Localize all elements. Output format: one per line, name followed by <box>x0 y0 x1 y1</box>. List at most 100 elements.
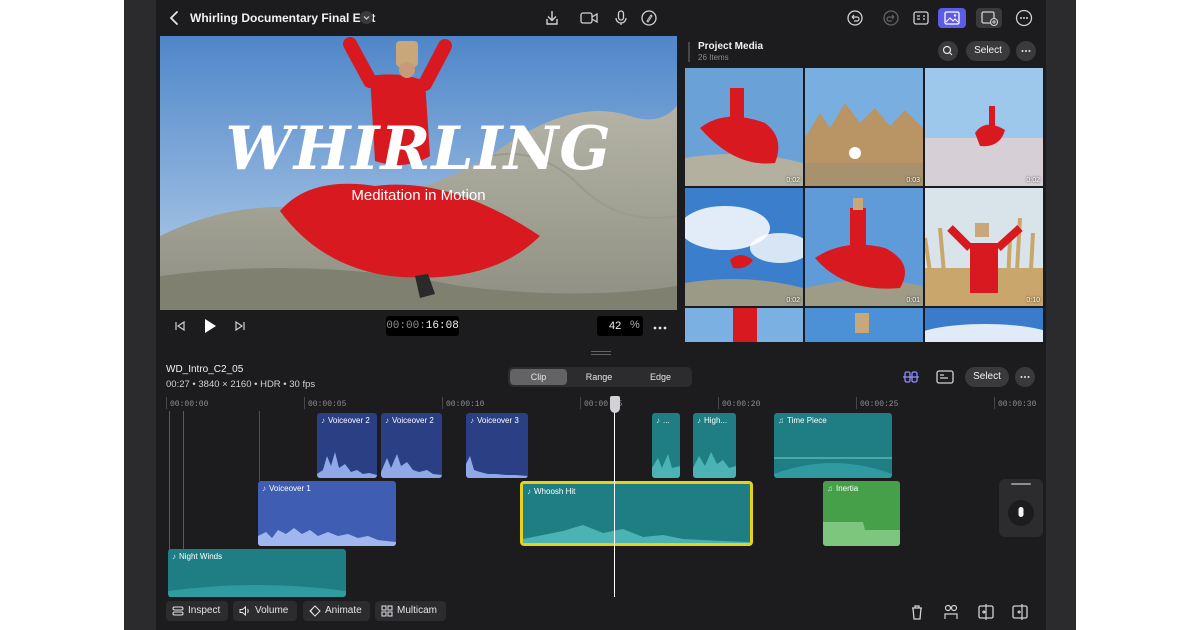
search-icon[interactable] <box>938 41 958 61</box>
viewer-more-icon[interactable] <box>652 320 668 338</box>
media-thumbnail[interactable]: 0:01 <box>805 188 923 306</box>
video-title-overlay: WHIRLING <box>225 114 612 184</box>
video-viewer[interactable]: WHIRLING Meditation in Motion <box>160 36 677 310</box>
clip-high[interactable]: ♪ High... <box>693 413 736 478</box>
animate-label: Animate <box>325 605 362 616</box>
diamond-keyframe-icon <box>309 605 321 617</box>
timecode-display[interactable]: 00:00:16:08 <box>386 316 459 336</box>
ruler-label: 00:00:20 <box>722 400 761 409</box>
trim-end-icon[interactable] <box>1010 602 1030 622</box>
multicam-button[interactable]: Multicam <box>375 601 446 621</box>
mode-clip[interactable]: Clip <box>510 369 567 385</box>
volume-button[interactable]: Volume <box>233 601 297 621</box>
detach-audio-icon[interactable] <box>941 602 961 622</box>
more-options-icon[interactable] <box>1014 8 1034 28</box>
media-grid: 0:02 0:03 0:02 0:02 0:01 0:10 <box>685 68 1046 342</box>
waveform-icon: ♪ <box>262 484 266 493</box>
project-title[interactable]: Whirling Documentary Final Edit <box>190 11 375 25</box>
mode-range[interactable]: Range <box>569 369 629 385</box>
pencil-markup-icon[interactable] <box>639 8 659 28</box>
media-thumbnail[interactable] <box>685 308 803 342</box>
clip-voiceover-2b[interactable]: ♪ Voiceover 2 <box>381 413 442 478</box>
ruler-label: 00:00:30 <box>998 400 1037 409</box>
clip-title: ... <box>663 416 670 425</box>
playhead-handle[interactable] <box>610 396 620 413</box>
top-toolbar: Whirling Documentary Final Edit <box>156 0 1046 36</box>
undo-icon[interactable] <box>845 8 865 28</box>
clip-title: Voiceover 2 <box>328 416 370 425</box>
edit-mode-segmented-control: Clip Range Edge <box>508 367 692 387</box>
photo-add-icon[interactable] <box>976 8 1002 28</box>
microphone-icon[interactable] <box>611 8 631 28</box>
playhead-line <box>614 397 615 597</box>
clip-title: Voiceover 1 <box>269 484 311 493</box>
split-icon[interactable] <box>976 602 996 622</box>
panel-divider <box>156 342 1046 350</box>
camera-icon[interactable] <box>579 8 599 28</box>
waveform-icon: ♪ <box>321 416 325 425</box>
clip-voiceover-2a[interactable]: ♪ Voiceover 2 <box>317 413 377 478</box>
back-chevron-icon[interactable] <box>166 9 184 27</box>
timecode-bright: 16:08 <box>425 320 459 332</box>
media-thumbnail[interactable] <box>805 308 923 342</box>
clip-title: Voiceover 2 <box>392 416 434 425</box>
media-thumbnail[interactable]: 0:02 <box>685 68 803 186</box>
inspect-button[interactable]: Inspect <box>166 601 228 621</box>
timecode-dim: 00:00: <box>386 320 426 332</box>
clip-details: 00:27 • 3840 × 2160 • HDR • 30 fps <box>166 379 316 390</box>
app-screen: Whirling Documentary Final Edit WHIRLING… <box>156 0 1046 630</box>
media-select-button[interactable]: Select <box>966 41 1010 61</box>
waveform-icon: ♪ <box>172 552 176 561</box>
clip-whoosh-hit-selected[interactable]: ♪ Whoosh Hit <box>520 481 753 546</box>
clip-title: Whoosh Hit <box>534 487 576 496</box>
clip-voiceover-1[interactable]: ♪ Voiceover 1 <box>258 481 396 546</box>
media-handle[interactable] <box>688 42 690 62</box>
waveform <box>168 585 346 597</box>
timeline-view-icon[interactable] <box>935 367 955 387</box>
multicam-label: Multicam <box>397 605 438 616</box>
waveform <box>774 457 892 478</box>
waveform <box>693 452 736 478</box>
clip-short[interactable]: ♪... <box>652 413 680 478</box>
thumb-duration: 0:03 <box>906 177 920 184</box>
chevron-down-icon[interactable] <box>360 11 373 24</box>
music-icon: ♫ <box>778 416 784 425</box>
redo-icon[interactable] <box>881 8 901 28</box>
waveform <box>523 525 750 543</box>
snapping-icon[interactable] <box>901 367 921 387</box>
media-thumbnail[interactable]: 0:03 <box>805 68 923 186</box>
animate-button[interactable]: Animate <box>303 601 370 621</box>
media-thumbnail[interactable]: 0:02 <box>685 188 803 306</box>
timeline-ruler[interactable]: 00:00:00 00:00:05 00:00:10 00:00:15 00:0… <box>166 395 1046 411</box>
clip-inertia[interactable]: ♫ Inertia <box>823 481 900 546</box>
media-thumbnail[interactable]: 0:10 <box>925 188 1043 306</box>
media-more-icon[interactable] <box>1016 41 1036 61</box>
mode-edge[interactable]: Edge <box>631 369 690 385</box>
play-icon[interactable] <box>202 317 218 340</box>
timeline-more-icon[interactable] <box>1015 367 1035 387</box>
grid-icon <box>381 605 393 617</box>
timeline-select-button[interactable]: Select <box>965 367 1009 387</box>
clip-voiceover-3[interactable]: ♪ Voiceover 3 <box>466 413 528 478</box>
waveform <box>823 522 900 546</box>
inspector-icon[interactable] <box>911 8 931 28</box>
dial-icon <box>1008 500 1034 526</box>
ruler-label: 00:00:05 <box>308 400 347 409</box>
thumb-duration: 0:01 <box>906 297 920 304</box>
clip-night-winds[interactable]: ♪ Night Winds <box>168 549 346 597</box>
skip-back-icon[interactable] <box>174 319 186 338</box>
waveform <box>317 452 377 478</box>
media-thumbnail[interactable]: 0:02 <box>925 68 1043 186</box>
thumb-duration: 0:02 <box>786 297 800 304</box>
viewer-controls: 00:00:16:08 42 % <box>160 310 677 342</box>
import-icon[interactable] <box>542 8 562 28</box>
clip-time-piece[interactable]: ♫ Time Piece <box>774 413 892 478</box>
skip-forward-icon[interactable] <box>234 319 246 338</box>
clip-title: Time Piece <box>787 416 827 425</box>
jog-wheel[interactable] <box>999 479 1043 537</box>
media-thumbnail[interactable] <box>925 308 1043 342</box>
resize-grabber[interactable] <box>591 351 611 355</box>
media-browser-icon[interactable] <box>938 8 966 28</box>
waveform <box>258 528 396 546</box>
trash-icon[interactable] <box>907 602 927 622</box>
